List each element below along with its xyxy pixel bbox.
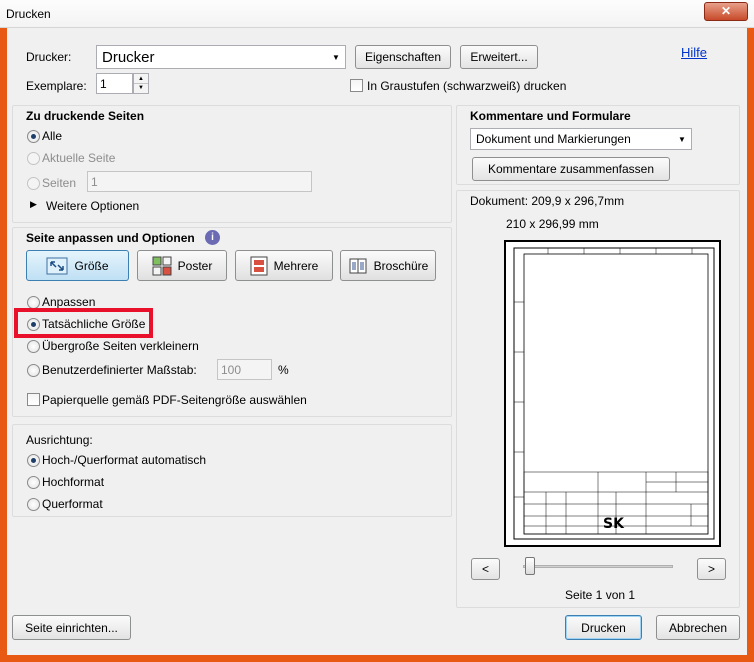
title-block-logo: SK: [603, 516, 625, 532]
orientation-auto-label: Hoch-/Querformat automatisch: [42, 453, 207, 467]
stepper-down-icon[interactable]: ▼: [134, 84, 148, 93]
close-button[interactable]: ✕: [704, 2, 748, 21]
custom-scale-label: Benutzerdefinierter Maßstab:: [42, 363, 197, 377]
paper-source-checkbox[interactable]: [27, 393, 40, 406]
cancel-button[interactable]: Abbrechen: [656, 615, 740, 640]
size-icon: [46, 257, 68, 274]
orientation-landscape-radio[interactable]: [27, 498, 40, 511]
multiple-pages-icon: [250, 256, 268, 275]
custom-scale-input[interactable]: 100: [217, 359, 272, 380]
stepper-up-icon[interactable]: ▲: [134, 74, 148, 84]
grayscale-checkbox[interactable]: [350, 79, 363, 92]
pages-current-radio[interactable]: [27, 152, 40, 165]
fit-label: Anpassen: [42, 295, 96, 309]
help-link[interactable]: Hilfe: [681, 45, 707, 60]
pages-range-input[interactable]: 1: [87, 171, 312, 192]
booklet-icon: [349, 258, 367, 273]
custom-scale-radio[interactable]: [27, 364, 40, 377]
actual-size-highlight: [14, 308, 153, 338]
orientation-portrait-label: Hochformat: [42, 475, 105, 489]
copies-input[interactable]: 1: [96, 73, 133, 94]
pages-all-label: Alle: [42, 129, 63, 143]
document-size-label: Dokument: 209,9 x 296,7mm: [470, 194, 625, 208]
percent-label: %: [278, 363, 289, 377]
more-options-toggle[interactable]: Weitere Optionen: [46, 199, 139, 213]
properties-button[interactable]: Eigenschaften: [355, 45, 451, 69]
pages-heading: Zu druckende Seiten: [26, 109, 145, 123]
poster-icon: [152, 256, 172, 275]
copies-label: Exemplare:: [26, 79, 87, 93]
printer-select[interactable]: Drucker ▼: [96, 45, 346, 69]
paper-size-label: 210 x 296,99 mm: [506, 217, 599, 231]
pages-range-label: Seiten: [42, 176, 77, 190]
orientation-heading: Ausrichtung:: [26, 433, 93, 447]
comments-heading: Kommentare und Formulare: [470, 109, 631, 123]
pages-range-radio[interactable]: [27, 177, 40, 190]
advanced-button[interactable]: Erweitert...: [460, 45, 538, 69]
title-bar: Drucken ✕: [0, 0, 754, 28]
tab-size[interactable]: Größe: [26, 250, 129, 281]
tab-poster[interactable]: Poster: [137, 250, 227, 281]
pages-current-label: Aktuelle Seite: [42, 151, 116, 165]
next-page-button[interactable]: >: [697, 558, 726, 580]
tab-booklet[interactable]: Broschüre: [340, 250, 436, 281]
expand-triangle-icon[interactable]: ▶: [30, 199, 37, 210]
window-title: Drucken: [6, 7, 51, 21]
page-setup-button[interactable]: Seite einrichten...: [12, 615, 131, 640]
page-preview: SK: [504, 240, 721, 547]
printer-selected-value: Drucker: [102, 48, 155, 66]
drawing-thumbnail: SK: [513, 247, 715, 540]
orientation-landscape-label: Querformat: [42, 497, 103, 511]
orientation-auto-radio[interactable]: [27, 454, 40, 467]
prev-page-button[interactable]: <: [471, 558, 500, 580]
zoom-slider-track[interactable]: [523, 565, 673, 568]
shrink-radio[interactable]: [27, 340, 40, 353]
comments-select[interactable]: Dokument und Markierungen ▼: [470, 128, 692, 150]
chevron-down-icon: ▼: [678, 134, 686, 144]
tab-multiple[interactable]: Mehrere: [235, 250, 333, 281]
paper-source-label: Papierquelle gemäß PDF-Seitengröße auswä…: [42, 393, 307, 407]
copies-stepper[interactable]: ▲ ▼: [133, 73, 149, 94]
summarize-comments-button[interactable]: Kommentare zusammenfassen: [472, 157, 670, 181]
sizing-heading: Seite anpassen und Optionen: [26, 231, 195, 245]
zoom-slider-thumb[interactable]: [525, 557, 535, 575]
printer-label: Drucker:: [26, 50, 72, 64]
chevron-down-icon: ▼: [332, 52, 340, 62]
info-icon[interactable]: i: [205, 230, 220, 245]
print-button[interactable]: Drucken: [565, 615, 642, 640]
grayscale-label: In Graustufen (schwarzweiß) drucken: [367, 79, 567, 93]
page-indicator: Seite 1 von 1: [565, 588, 636, 602]
orientation-portrait-radio[interactable]: [27, 476, 40, 489]
shrink-label: Übergroße Seiten verkleinern: [42, 339, 199, 353]
close-icon: ✕: [720, 4, 732, 18]
pages-all-radio[interactable]: [27, 130, 40, 143]
